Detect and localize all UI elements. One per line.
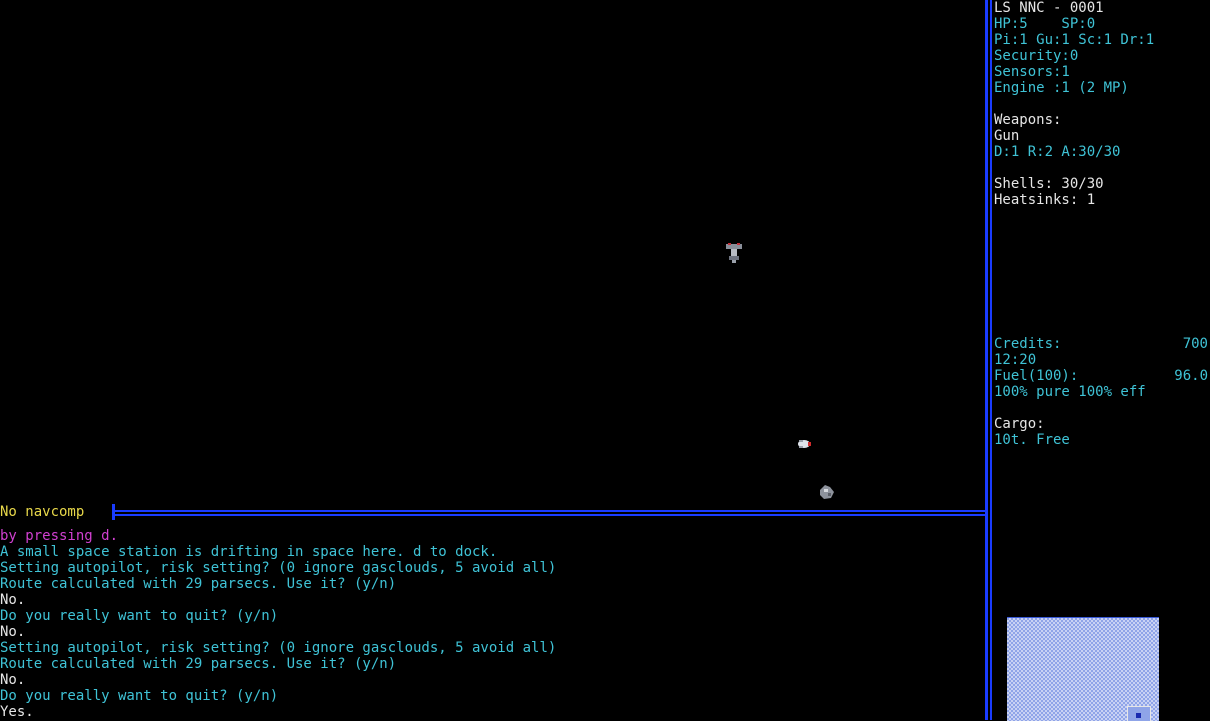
asteroid-icon[interactable]: [817, 482, 837, 502]
player-position-icon: [1136, 713, 1141, 718]
space-station-icon[interactable]: [724, 242, 744, 264]
navcomp-status: No navcomp: [0, 504, 85, 520]
credits-row: Credits: 700: [994, 336, 1208, 352]
log-line: No.: [0, 672, 26, 688]
fuel-label: Fuel(100):: [994, 368, 1079, 384]
sidebar-divider: [990, 0, 992, 720]
sensors: Sensors:1: [994, 64, 1070, 80]
sidebar-divider: [985, 0, 988, 720]
heatsinks: Heatsinks: 1: [994, 192, 1096, 208]
credits-label: Credits:: [994, 336, 1062, 352]
shells: Shells: 30/30: [994, 176, 1104, 192]
divider-line: [112, 510, 988, 512]
engine: Engine :1 (2 MP): [994, 80, 1129, 96]
space-viewport[interactable]: [0, 0, 988, 504]
ship-name: LS NNC - 0001: [994, 0, 1104, 16]
log-line: No.: [0, 624, 26, 640]
log-line: No.: [0, 592, 26, 608]
divider-tick: [112, 504, 115, 520]
skills: Pi:1 Gu:1 Sc:1 Dr:1: [994, 32, 1155, 48]
log-line: Setting autopilot, risk setting? (0 igno…: [0, 640, 557, 656]
weapon-stats: D:1 R:2 A:30/30: [994, 144, 1121, 160]
log-line: Setting autopilot, risk setting? (0 igno…: [0, 560, 557, 576]
minimap-position-marker: [1127, 706, 1151, 721]
log-line: Route calculated with 29 parsecs. Use it…: [0, 656, 397, 672]
game-time: 12:20: [994, 352, 1037, 368]
fuel-value: 96.0: [1174, 368, 1208, 384]
player-ship-icon[interactable]: [796, 437, 814, 451]
cargo-label: Cargo:: [994, 416, 1045, 432]
security: Security:0: [994, 48, 1079, 64]
weapons-label: Weapons:: [994, 112, 1062, 128]
log-line: by pressing d.: [0, 528, 119, 544]
log-line: Yes.: [0, 704, 34, 720]
log-line: Do you really want to quit? (y/n): [0, 688, 279, 704]
divider-line: [112, 514, 988, 516]
minimap[interactable]: [1007, 617, 1159, 721]
log-line: Route calculated with 29 parsecs. Use it…: [0, 576, 397, 592]
message-log[interactable]: by pressing d. A small space station is …: [0, 528, 985, 720]
cargo-free: 10t. Free: [994, 432, 1070, 448]
fuel-quality: 100% pure 100% eff: [994, 384, 1146, 400]
fuel-row: Fuel(100): 96.0: [994, 368, 1208, 384]
status-panel: LS NNC - 0001 HP:5 SP:0 Pi:1 Gu:1 Sc:1 D…: [994, 0, 1208, 448]
credits-value: 700: [1182, 336, 1208, 352]
log-line: A small space station is drifting in spa…: [0, 544, 498, 560]
hp-sp: HP:5 SP:0: [994, 16, 1096, 32]
message-divider: No navcomp: [0, 504, 988, 520]
weapon-name: Gun: [994, 128, 1020, 144]
log-line: Do you really want to quit? (y/n): [0, 608, 279, 624]
